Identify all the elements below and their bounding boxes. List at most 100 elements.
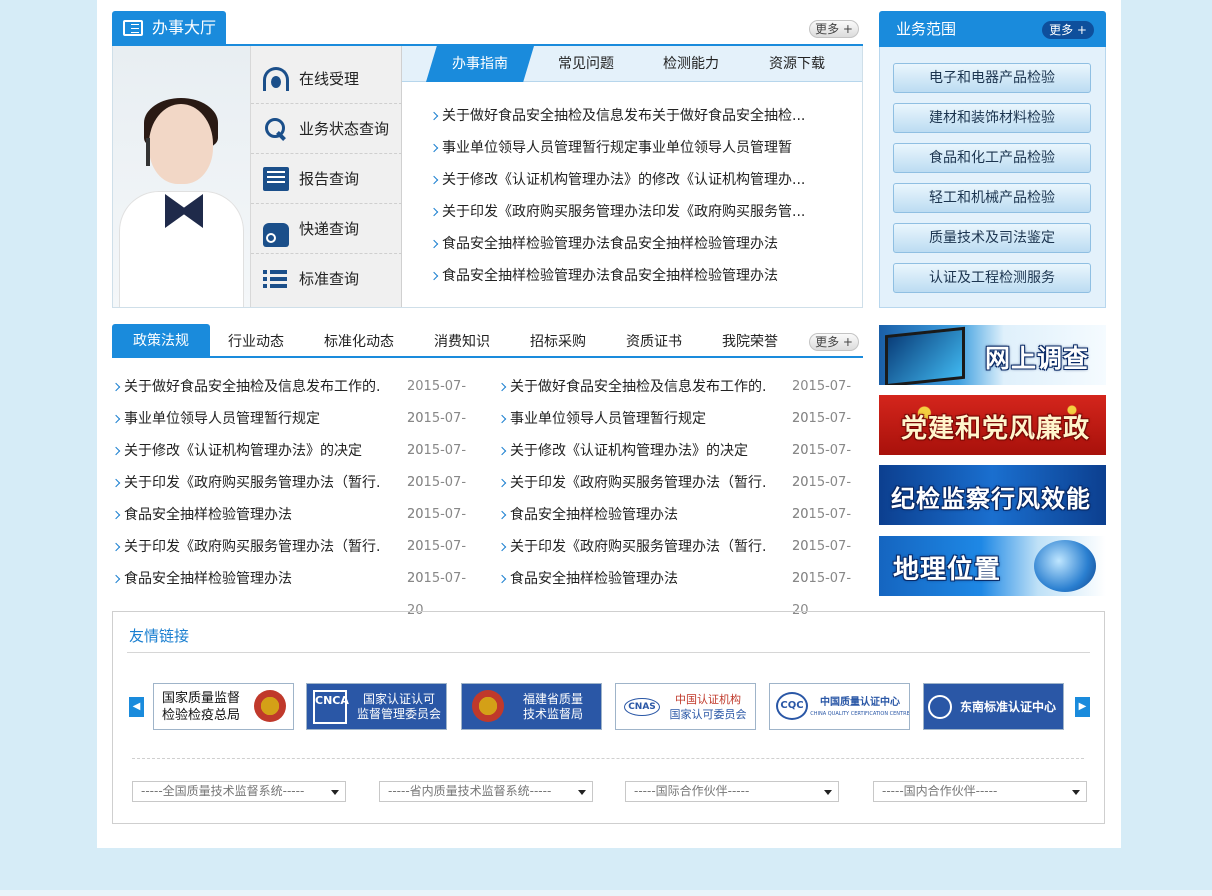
link-logo-cqc[interactable]: CQC 中国质量认证中心 CHINA QUALITY CERTIFICATION… [769, 683, 910, 730]
menu-item-standard[interactable]: 标准查询 [251, 254, 402, 304]
news-title[interactable]: 关于修改《认证机构管理办法》的决定 [498, 435, 768, 467]
table-row[interactable]: 事业单位领导人员管理暂行规定 2015-07-20 [112, 403, 482, 458]
car-icon [263, 223, 289, 247]
logo-text: 技术监督局 [522, 707, 583, 721]
table-row[interactable]: 事业单位领导人员管理暂行规定 2015-07-20 [498, 403, 864, 458]
list-item[interactable]: 食品安全抽样检验管理办法食品安全抽样检验管理办法 [430, 260, 850, 292]
tab-honors[interactable]: 我院荣誉 [704, 324, 796, 356]
list-item[interactable]: 关于做好食品安全抽检及信息发布关于做好食品安全抽检... [430, 100, 850, 132]
scope-item[interactable]: 质量技术及司法鉴定 [893, 223, 1091, 253]
select-value: -----省内质量技术监督系统----- [388, 784, 552, 798]
tab-bidding[interactable]: 招标采购 [512, 324, 604, 356]
tab-standardization[interactable]: 标准化动态 [308, 324, 410, 356]
page-container: 办事大厅 更多 + 在线受理 业务状态查询 报告查询 快递查询 标准查询 办事指… [97, 0, 1121, 848]
select-international[interactable]: -----国际合作伙伴----- [625, 781, 839, 802]
scope-header: 业务范围 更多 + [879, 11, 1106, 47]
news-title[interactable]: 关于做好食品安全抽检及信息发布工作的... [112, 371, 382, 403]
table-row[interactable]: 食品安全抽样检验管理办法 2015-07-20 [498, 499, 864, 554]
logo-text: 国家认可委员会 [669, 708, 747, 721]
table-row[interactable]: 关于做好食品安全抽检及信息发布工作的... 2015-07-20 [112, 371, 482, 426]
tab-guide[interactable]: 办事指南 [426, 46, 534, 82]
menu-item-online[interactable]: 在线受理 [251, 54, 402, 104]
news-title[interactable]: 事业单位领导人员管理暂行规定 [498, 403, 768, 435]
news-title[interactable]: 食品安全抽样检验管理办法 [498, 563, 768, 595]
link-logo-cnca[interactable]: CNCA 国家认证认可 监督管理委员会 [306, 683, 447, 730]
hall-icon [123, 20, 143, 36]
select-value: -----国际合作伙伴----- [634, 784, 750, 798]
news-title[interactable]: 关于做好食品安全抽检及信息发布工作的... [498, 371, 768, 403]
tab-download[interactable]: 资源下载 [744, 46, 850, 82]
chevron-left-icon[interactable]: ◀ [129, 697, 144, 717]
table-row[interactable]: 关于做好食品安全抽检及信息发布工作的... 2015-07-20 [498, 371, 864, 426]
news-list-left: 关于做好食品安全抽检及信息发布工作的... 2015-07-20 事业单位领导人员… [112, 371, 482, 618]
cqc-mark: CQC [776, 692, 808, 720]
scope-item[interactable]: 轻工和机械产品检验 [893, 183, 1091, 213]
photo-mic [146, 138, 150, 166]
news-title[interactable]: 事业单位领导人员管理暂行规定 [112, 403, 382, 435]
friend-links: 友情链接 ◀ ▶ 国家质量监督 检验检疫总局 CNCA 国家认证认可 监督管理委… [112, 611, 1105, 824]
news-title[interactable]: 食品安全抽样检验管理办法 [112, 499, 382, 531]
hall-more-button[interactable]: 更多 + [809, 20, 859, 38]
menu-item-report[interactable]: 报告查询 [251, 154, 402, 204]
chevron-down-icon [824, 790, 832, 795]
news-title[interactable]: 关于印发《政府购买服务管理办法（暂行... [498, 531, 768, 563]
scope-title: 业务范围 [896, 20, 957, 38]
news-title[interactable]: 关于印发《政府购买服务管理办法（暂行... [498, 467, 768, 499]
logo-text: 国家质量监督 [161, 691, 240, 706]
scope-more-button[interactable]: 更多 + [1042, 21, 1094, 39]
banner-location[interactable]: 地理位置 [879, 536, 1106, 596]
logo-text: 中国认证机构 [675, 693, 741, 706]
scope-item[interactable]: 食品和化工产品检验 [893, 143, 1091, 173]
links-divider [127, 652, 1090, 653]
link-logo-aqsiq[interactable]: 国家质量监督 检验检疫总局 [153, 683, 294, 730]
hall-menu: 在线受理 业务状态查询 报告查询 快递查询 标准查询 [250, 46, 402, 307]
tab-industry[interactable]: 行业动态 [214, 324, 298, 356]
news-title[interactable]: 关于印发《政府购买服务管理办法（暂行... [112, 531, 382, 563]
table-row[interactable]: 关于印发《政府购买服务管理办法（暂行... 2015-07-20 [498, 467, 864, 522]
table-row[interactable]: 食品安全抽样检验管理办法 2015-07-20 [112, 563, 482, 618]
tab-certificates[interactable]: 资质证书 [608, 324, 700, 356]
banner-discipline[interactable]: 纪检监察行风效能 [879, 465, 1106, 525]
tab-faq[interactable]: 常见问题 [534, 46, 638, 82]
news-title[interactable]: 关于修改《认证机构管理办法》的决定 [112, 435, 382, 467]
menu-item-express[interactable]: 快递查询 [251, 204, 402, 254]
table-row[interactable]: 关于印发《政府购买服务管理办法（暂行... 2015-07-20 [498, 531, 864, 586]
scope-item[interactable]: 建材和装饰材料检验 [893, 103, 1091, 133]
policy-more-button[interactable]: 更多 + [809, 333, 859, 351]
news-title[interactable]: 食品安全抽样检验管理办法 [498, 499, 768, 531]
select-national[interactable]: -----全国质量技术监督系统----- [132, 781, 346, 802]
tab-policy[interactable]: 政策法规 [112, 324, 210, 356]
menu-item-label: 报告查询 [299, 170, 360, 188]
link-logo-cnas[interactable]: CNAS 中国认证机构 国家认可委员会 [615, 683, 756, 730]
chevron-right-icon[interactable]: ▶ [1075, 697, 1090, 717]
scope-item[interactable]: 认证及工程检测服务 [893, 263, 1091, 293]
table-row[interactable]: 关于修改《认证机构管理办法》的决定 2015-07-20 [498, 435, 864, 490]
select-provincial[interactable]: -----省内质量技术监督系统----- [379, 781, 593, 802]
chevron-down-icon [578, 790, 586, 795]
news-title[interactable]: 关于印发《政府购买服务管理办法（暂行... [112, 467, 382, 499]
hall-tab[interactable]: 办事大厅 [112, 11, 226, 45]
table-row[interactable]: 食品安全抽样检验管理办法 2015-07-20 [112, 499, 482, 554]
table-row[interactable]: 关于修改《认证机构管理办法》的决定 2015-07-20 [112, 435, 482, 490]
list-item[interactable]: 关于印发《政府购买服务管理办法印发《政府购买服务管... [430, 196, 850, 228]
monitor-graphic [885, 326, 965, 385]
tab-consumer[interactable]: 消费知识 [418, 324, 506, 356]
menu-item-label: 在线受理 [299, 70, 360, 88]
menu-item-status[interactable]: 业务状态查询 [251, 104, 402, 154]
logo-text: 东南标准认证中心 [959, 700, 1056, 714]
list-item[interactable]: 食品安全抽样检验管理办法食品安全抽样检验管理办法 [430, 228, 850, 260]
news-title[interactable]: 食品安全抽样检验管理办法 [112, 563, 382, 595]
table-row[interactable]: 食品安全抽样检验管理办法 2015-07-20 [498, 563, 864, 618]
table-row[interactable]: 关于印发《政府购买服务管理办法（暂行... 2015-07-20 [112, 467, 482, 522]
banner-party[interactable]: 党建和党风廉政 [879, 395, 1106, 455]
link-logo-fujian[interactable]: 福建省质量 技术监督局 [461, 683, 602, 730]
table-row[interactable]: 关于印发《政府购买服务管理办法（暂行... 2015-07-20 [112, 531, 482, 586]
scope-item[interactable]: 电子和电器产品检验 [893, 63, 1091, 93]
list-item[interactable]: 关于修改《认证机构管理办法》的修改《认证机构管理办... [430, 164, 850, 196]
banner-survey[interactable]: 网上调查 [879, 325, 1106, 385]
list-item[interactable]: 事业单位领导人员管理暂行规定事业单位领导人员管理暂 [430, 132, 850, 164]
menu-item-label: 标准查询 [299, 270, 360, 288]
tab-capability[interactable]: 检测能力 [638, 46, 744, 82]
select-domestic[interactable]: -----国内合作伙伴----- [873, 781, 1087, 802]
link-logo-dongnan[interactable]: 东南标准认证中心 [923, 683, 1064, 730]
